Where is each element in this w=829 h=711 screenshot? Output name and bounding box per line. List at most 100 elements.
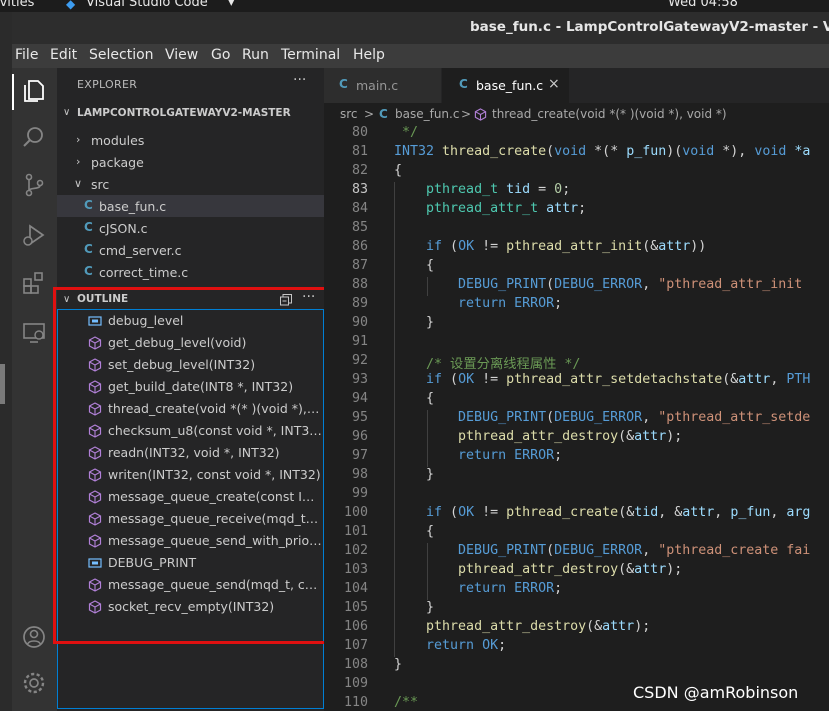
code-text: pthread_t tid = 0; bbox=[394, 182, 570, 197]
code-token: , bbox=[714, 505, 731, 520]
function-symbol-icon bbox=[474, 108, 487, 121]
function-symbol-icon bbox=[88, 424, 102, 438]
code-token: *), bbox=[714, 144, 755, 159]
outline-item-label: set_debug_level(INT32) bbox=[108, 357, 256, 372]
outline-item[interactable]: get_build_date(INT8 *, INT32) bbox=[58, 376, 323, 398]
outline-item[interactable]: writen(INT32, const void *, INT32) bbox=[58, 464, 323, 486]
outline-item[interactable]: set_debug_level(INT32) bbox=[58, 354, 323, 376]
outline-title: OUTLINE bbox=[77, 293, 129, 305]
outline-item[interactable]: message_queue_send(mqd_t, con... bbox=[58, 574, 323, 596]
code-token: if bbox=[426, 505, 443, 520]
app-menu-chevron-icon[interactable]: ▾ bbox=[228, 0, 235, 10]
menu-file[interactable]: File bbox=[15, 47, 38, 63]
tree-item-label: cmd_server.c bbox=[99, 243, 182, 258]
outline-item[interactable]: debug_level bbox=[58, 310, 323, 332]
code-editor[interactable]: 80 */81 INT32 thread_create(void *(* p_fu… bbox=[324, 125, 829, 711]
c-file-icon: C bbox=[339, 77, 348, 91]
menu-terminal[interactable]: Terminal bbox=[281, 47, 340, 63]
tree-file-cjson[interactable]: C cJSON.c bbox=[57, 217, 324, 239]
run-debug-icon[interactable] bbox=[21, 222, 47, 248]
menu-edit[interactable]: Edit bbox=[50, 47, 77, 63]
tab-base-fun-c[interactable]: C base_fun.c × bbox=[442, 68, 569, 103]
tree-file-base-fun[interactable]: C base_fun.c bbox=[57, 195, 324, 217]
code-token: (& bbox=[722, 372, 739, 387]
tree-folder-package[interactable]: › package bbox=[57, 151, 324, 173]
line-number: 86 bbox=[351, 239, 368, 254]
outline-header[interactable]: ∨ OUTLINE ··· bbox=[57, 288, 324, 310]
close-icon[interactable]: × bbox=[548, 76, 560, 92]
collapse-all-icon[interactable] bbox=[279, 293, 293, 307]
code-token: ( bbox=[442, 372, 459, 387]
dock-indicator bbox=[0, 364, 5, 404]
code-token: ; bbox=[554, 296, 563, 311]
breadcrumb-symbol[interactable]: thread_create(void *(* )(void *), void *… bbox=[492, 107, 727, 121]
code-text: return ERROR; bbox=[394, 581, 562, 596]
menu-view[interactable]: View bbox=[165, 47, 198, 63]
explorer-icon[interactable] bbox=[21, 78, 47, 104]
outline-item[interactable]: thread_create(void *(* )(void *), vo... bbox=[58, 398, 323, 420]
code-token: ERROR bbox=[514, 448, 555, 463]
settings-gear-icon[interactable] bbox=[21, 670, 47, 696]
menu-selection[interactable]: Selection bbox=[89, 47, 154, 63]
outline-item[interactable]: DEBUG_PRINT bbox=[58, 552, 323, 574]
remote-explorer-icon[interactable] bbox=[21, 320, 47, 346]
tab-main-c[interactable]: C main.c bbox=[324, 68, 441, 103]
menu-go[interactable]: Go bbox=[211, 47, 230, 63]
outline-item[interactable]: message_queue_create(const INT... bbox=[58, 486, 323, 508]
line-number: 93 bbox=[351, 372, 368, 387]
tree-file-cmd-server[interactable]: C cmd_server.c bbox=[57, 239, 324, 261]
code-token: { bbox=[394, 163, 403, 178]
code-text: DEBUG_PRINT(DEBUG_ERROR, "pthread_attr_i… bbox=[394, 277, 810, 292]
tree-item-label: cJSON.c bbox=[99, 221, 148, 236]
code-text: pthread_attr_destroy(&attr); bbox=[394, 562, 682, 577]
outline-item[interactable]: message_queue_receive(mqd_t, v... bbox=[58, 508, 323, 530]
code-token: != bbox=[474, 505, 507, 520]
account-icon[interactable] bbox=[21, 624, 47, 650]
activities-button[interactable]: ivities bbox=[0, 0, 34, 10]
code-token: pthread_attr_destroy bbox=[426, 619, 587, 634]
tree-folder-modules[interactable]: › modules bbox=[57, 129, 324, 151]
app-menu-label[interactable]: Visual Studio Code bbox=[86, 0, 208, 10]
code-token: attr bbox=[546, 201, 579, 216]
code-line: 99 bbox=[324, 486, 829, 505]
desktop-dock bbox=[0, 12, 12, 711]
outline-item[interactable]: get_debug_level(void) bbox=[58, 332, 323, 354]
outline-item[interactable]: readn(INT32, void *, INT32) bbox=[58, 442, 323, 464]
explorer-more-icon[interactable]: ··· bbox=[293, 72, 306, 88]
tree-folder-src[interactable]: ∨ src bbox=[57, 173, 324, 195]
extensions-icon[interactable] bbox=[21, 270, 47, 296]
code-token: } bbox=[394, 657, 403, 672]
code-token: } bbox=[394, 600, 435, 615]
clock[interactable]: Wed 04:58 bbox=[668, 0, 738, 10]
menu-run[interactable]: Run bbox=[242, 47, 269, 63]
search-icon[interactable] bbox=[21, 124, 47, 150]
code-token: ERROR bbox=[514, 296, 555, 311]
tree-item-label: correct_time.c bbox=[99, 265, 189, 280]
outline-more-icon[interactable]: ··· bbox=[302, 289, 315, 305]
breadcrumb-src[interactable]: src bbox=[340, 107, 358, 121]
code-token: } bbox=[394, 467, 435, 482]
breadcrumb-separator: > bbox=[461, 107, 472, 121]
line-number: 89 bbox=[351, 296, 368, 311]
source-control-icon[interactable] bbox=[21, 172, 47, 198]
breadcrumb-file[interactable]: base_fun.c bbox=[395, 107, 459, 121]
menu-help[interactable]: Help bbox=[353, 47, 385, 63]
outline-item[interactable]: message_queue_send_with_priori... bbox=[58, 530, 323, 552]
tree-file-correct-time[interactable]: C correct_time.c bbox=[57, 261, 324, 283]
code-text: DEBUG_PRINT(DEBUG_ERROR, "pthread_create… bbox=[394, 543, 810, 558]
project-folder-header[interactable]: ∨ LAMPCONTROLGATEWAYV2-MASTER bbox=[57, 104, 324, 124]
code-token: (& bbox=[586, 619, 603, 634]
explorer-header: EXPLORER bbox=[77, 78, 138, 91]
code-line: 84 pthread_attr_t attr; bbox=[324, 201, 829, 220]
code-line: 102 DEBUG_PRINT(DEBUG_ERROR, "pthread_cr… bbox=[324, 543, 829, 562]
outline-item-label: DEBUG_PRINT bbox=[108, 555, 197, 570]
outline-item[interactable]: socket_recv_empty(INT32) bbox=[58, 596, 323, 618]
code-line: 108} bbox=[324, 657, 829, 676]
code-token: OK bbox=[458, 505, 475, 520]
code-token: return bbox=[458, 581, 507, 596]
code-token: p_fun bbox=[626, 144, 667, 159]
outline-item[interactable]: checksum_u8(const void *, INT32) bbox=[58, 420, 323, 442]
